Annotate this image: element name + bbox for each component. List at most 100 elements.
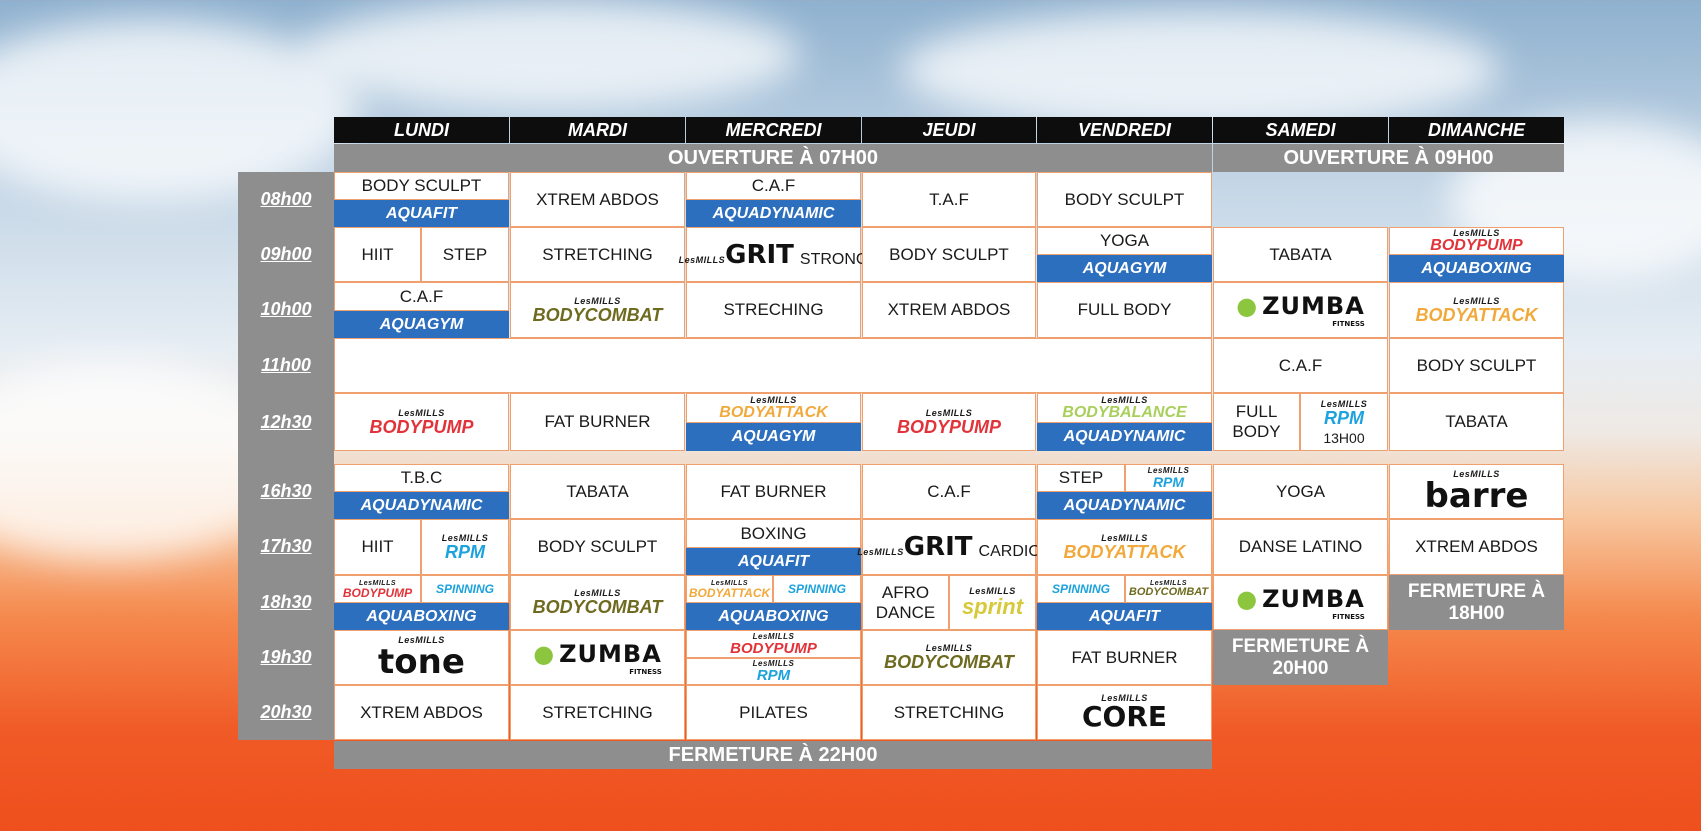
class-cell[interactable]: XTREM ABDOS xyxy=(1389,519,1564,575)
grit-logo: LesMILLSGRIT xyxy=(857,532,973,562)
zumba-icon: ● xyxy=(533,639,556,668)
class-cell[interactable]: BOXING xyxy=(686,519,861,548)
class-cell[interactable]: HIIT xyxy=(334,519,421,575)
day-header-mardi: MARDI xyxy=(510,117,685,143)
class-cell[interactable]: TABATA xyxy=(510,464,685,519)
class-cell[interactable]: T.B.C xyxy=(334,464,509,492)
spinning-logo[interactable]: SPINNING xyxy=(1037,575,1125,603)
class-cell[interactable]: STEP xyxy=(421,227,509,282)
bodycombat-logo[interactable]: LesMILLS BODYCOMBAT xyxy=(510,575,685,630)
time-label: 11h00 xyxy=(261,355,311,375)
bodycombat-logo[interactable]: LesMILLS BODYCOMBAT xyxy=(862,630,1036,685)
sprint-logo[interactable]: LesMILLS sprint xyxy=(949,575,1036,630)
zumba-icon: ● xyxy=(1236,292,1259,320)
class-cell[interactable]: STRECHING xyxy=(686,282,861,338)
class-cell[interactable]: PILATES xyxy=(686,685,861,740)
class-cell[interactable]: C.A.F xyxy=(1213,338,1388,393)
core-logo[interactable]: LesMILLS CORE xyxy=(1037,685,1212,740)
class-cell[interactable]: FULL BODY xyxy=(1037,282,1212,338)
aqua-class[interactable]: AQUAGYM xyxy=(686,423,861,451)
class-cell[interactable]: STRETCHING xyxy=(510,227,685,282)
aqua-class[interactable]: AQUAFIT xyxy=(334,200,509,227)
aqua-class[interactable]: AQUADYNAMIC xyxy=(686,200,861,227)
class-cell[interactable]: FAT BURNER xyxy=(1037,630,1212,685)
class-cell[interactable]: STEP xyxy=(1037,464,1125,492)
grit-strong-cell[interactable]: LesMILLSGRIT STRONG xyxy=(679,227,868,282)
class-cell[interactable]: C.A.F xyxy=(862,464,1036,519)
barre-logo[interactable]: LesMILLS barre xyxy=(1389,464,1564,519)
class-cell[interactable]: AFRO DANCE xyxy=(862,575,949,630)
class-cell[interactable]: BODY SCULPT xyxy=(510,519,685,575)
day-header-samedi: SAMEDI xyxy=(1213,117,1388,143)
time-label: 08h00 xyxy=(260,189,312,209)
class-cell[interactable]: BODY SCULPT xyxy=(334,172,509,200)
class-cell[interactable]: HIIT xyxy=(334,227,421,282)
class-cell[interactable]: FULL BODY xyxy=(1213,393,1300,451)
tone-logo[interactable]: LesMILLS tone xyxy=(334,630,509,685)
zumba-logo[interactable]: ● ZUMBA FITNESS xyxy=(1213,575,1388,630)
class-cell[interactable]: TABATA xyxy=(1213,227,1388,282)
time-label: 10h00 xyxy=(260,299,312,319)
time-label: 09h00 xyxy=(260,244,312,264)
aqua-class[interactable]: AQUABOXING xyxy=(1389,255,1564,282)
aqua-class[interactable]: AQUADYNAMIC xyxy=(334,492,509,519)
zumba-logo[interactable]: ● ZUMBA FITNESS xyxy=(1213,282,1388,338)
bodycombat-logo[interactable]: LesMILLS BODYCOMBAT xyxy=(1125,575,1212,603)
class-cell[interactable]: C.A.F xyxy=(686,172,861,200)
rpm-logo[interactable]: LesMILLS RPM xyxy=(1125,464,1212,492)
bodyattack-logo[interactable]: LesMILLS BODYATTACK xyxy=(1037,519,1212,575)
class-cell[interactable]: XTREM ABDOS xyxy=(862,282,1036,338)
aqua-class[interactable]: AQUABOXING xyxy=(686,603,861,630)
aqua-class[interactable]: AQUAGYM xyxy=(334,311,509,338)
bodycombat-logo[interactable]: LesMILLS BODYCOMBAT xyxy=(510,282,685,338)
bodyattack-logo[interactable]: LesMILLS BODYATTACK xyxy=(686,575,773,603)
opening-weekday: OUVERTURE À 07H00 xyxy=(334,144,1212,172)
rpm-logo[interactable]: LesMILLS RPM xyxy=(686,658,861,685)
day-header-vendredi: VENDREDI xyxy=(1037,117,1212,143)
time-label: 16h30 xyxy=(260,481,312,501)
class-cell[interactable]: YOGA xyxy=(1213,464,1388,519)
bodyattack-logo[interactable]: LesMILLS BODYATTACK xyxy=(686,393,861,423)
spinning-logo[interactable]: SPINNING xyxy=(421,575,509,603)
zumba-icon: ● xyxy=(1236,584,1259,613)
class-cell[interactable]: FAT BURNER xyxy=(686,464,861,519)
aqua-class[interactable]: AQUADYNAMIC xyxy=(1037,423,1212,451)
rpm-logo[interactable]: LesMILLS RPM 13H00 xyxy=(1300,393,1388,451)
aqua-class[interactable]: AQUABOXING xyxy=(334,603,509,630)
spinning-logo[interactable]: SPINNING xyxy=(773,575,861,603)
zumba-logo[interactable]: ● ZUMBA FITNESS xyxy=(510,630,685,685)
grit-logo: LesMILLSGRIT xyxy=(678,239,794,270)
class-cell[interactable]: C.A.F xyxy=(334,282,509,311)
aqua-class[interactable]: AQUAGYM xyxy=(1037,255,1212,282)
time-label: 20h30 xyxy=(260,702,312,722)
bodypump-logo[interactable]: LesMILLS BODYPUMP xyxy=(686,630,861,658)
class-cell[interactable]: BODY SCULPT xyxy=(1037,172,1212,227)
time-label: 17h30 xyxy=(260,536,312,556)
bodypump-logo[interactable]: LesMILLS BODYPUMP xyxy=(862,393,1036,451)
class-cell[interactable]: STRETCHING xyxy=(862,685,1036,740)
bodypump-logo[interactable]: LesMILLS BODYPUMP xyxy=(1389,227,1564,255)
class-cell[interactable]: TABATA xyxy=(1389,393,1564,451)
grit-cardio-cell[interactable]: LesMILLSGRIT CARDIO xyxy=(857,519,1041,575)
class-cell[interactable]: T.A.F xyxy=(862,172,1036,227)
cloud-decoration xyxy=(900,10,1500,130)
class-cell[interactable]: STRETCHING xyxy=(510,685,685,740)
class-cell[interactable]: FAT BURNER xyxy=(510,393,685,451)
day-header-dimanche: DIMANCHE xyxy=(1389,117,1564,143)
aqua-class[interactable]: AQUAFIT xyxy=(686,548,861,575)
class-cell[interactable]: YOGA xyxy=(1037,227,1212,255)
class-cell[interactable]: XTREM ABDOS xyxy=(510,172,685,227)
class-cell[interactable]: DANSE LATINO xyxy=(1213,519,1388,575)
bodypump-logo[interactable]: LesMILLS BODYPUMP xyxy=(334,393,509,451)
bodyattack-logo[interactable]: LesMILLS BODYATTACK xyxy=(1389,282,1564,338)
aqua-class[interactable]: AQUADYNAMIC xyxy=(1037,492,1212,519)
class-cell[interactable]: BODY SCULPT xyxy=(1389,338,1564,393)
class-cell[interactable]: XTREM ABDOS xyxy=(334,685,509,740)
bodypump-logo[interactable]: LesMILLS BODYPUMP xyxy=(334,575,421,603)
day-header-lundi: LUNDI xyxy=(334,117,509,143)
bodybalance-logo[interactable]: LesMILLS BODYBALANCE xyxy=(1037,393,1212,423)
aqua-class[interactable]: AQUAFIT xyxy=(1037,603,1212,630)
rpm-logo[interactable]: LesMILLS RPM xyxy=(421,519,509,575)
class-cell[interactable]: BODY SCULPT xyxy=(862,227,1036,282)
empty-slot xyxy=(334,338,1212,393)
